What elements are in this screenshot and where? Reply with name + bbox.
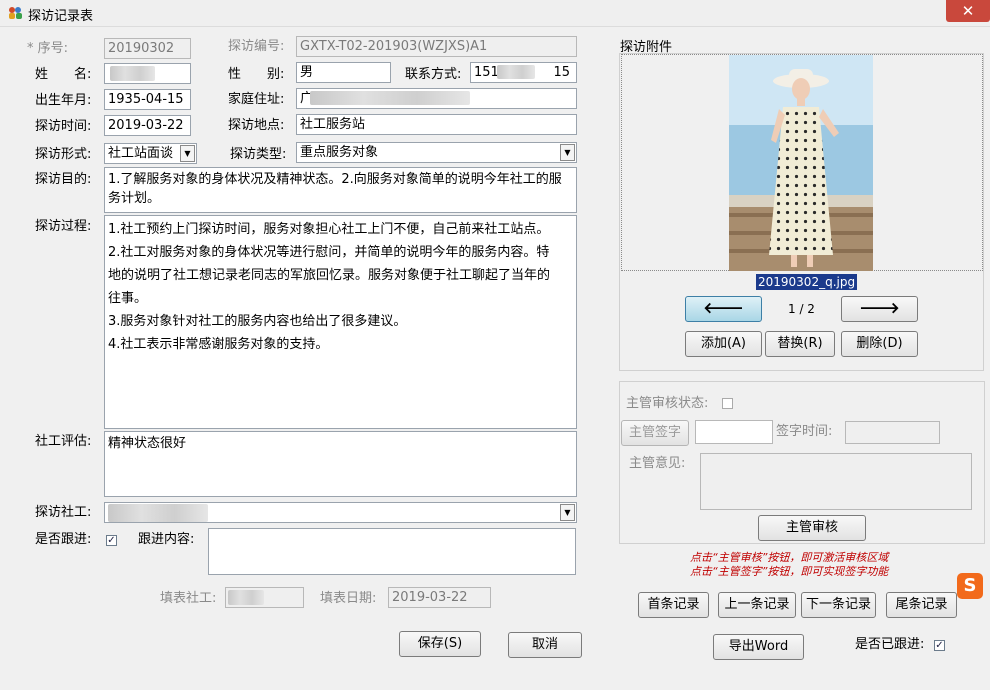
chevron-down-icon[interactable]: ▼ — [180, 145, 195, 162]
attachment-filename[interactable]: 20190302_q.jpg — [756, 274, 858, 290]
window-title: 探访记录表 — [28, 9, 94, 24]
process-line: 4.社工表示非常感谢服务对象的支持。 — [108, 337, 329, 352]
follow-checkbox[interactable]: ✓ — [106, 535, 117, 546]
redacted-filler — [228, 590, 264, 605]
attachment-pager: 1 / 2 — [788, 302, 815, 316]
follow-content-label: 跟进内容: — [138, 532, 195, 547]
review-hint-line: 点击“主管审核”按钮，即可激活审核区域 — [690, 551, 889, 564]
birth-field[interactable]: 1935-04-15 — [104, 89, 191, 110]
visit-form-value: 社工站面谈 — [108, 146, 174, 161]
process-textarea[interactable]: 1.社工预约上门探访时间，服务对象担心社工上门不便，自己前来社工站点。 2.社工… — [104, 215, 577, 429]
save-button[interactable]: 保存(S) — [399, 631, 481, 657]
location-field[interactable]: 社工服务站 — [296, 114, 577, 135]
type-label: 探访类型: — [230, 147, 287, 162]
eval-textarea[interactable]: 精神状态很好 — [104, 431, 577, 497]
filler-label: 填表社工: — [160, 591, 217, 606]
close-button[interactable]: ✕ — [946, 0, 990, 22]
purpose-textarea[interactable]: 1.了解服务对象的身体状况及精神状态。2.向服务对象简单的说明今年社工的服 务计… — [104, 167, 577, 213]
add-attachment-button[interactable]: 添加(A) — [685, 331, 762, 357]
next-record-button[interactable]: 下一条记录 — [801, 592, 876, 618]
gender-label: 性 别: — [228, 67, 285, 82]
eval-text: 精神状态很好 — [108, 436, 187, 451]
chevron-down-icon[interactable]: ▼ — [560, 504, 575, 521]
replace-attachment-button[interactable]: 替换(R) — [765, 331, 835, 357]
sign-field[interactable] — [695, 420, 773, 444]
sign-time-label: 签字时间: — [776, 424, 833, 439]
seq-field[interactable]: 20190302 — [104, 38, 191, 59]
follow-content-textarea[interactable] — [208, 528, 576, 575]
birth-label: 出生年月: — [35, 93, 92, 108]
redacted-address — [310, 91, 470, 105]
redacted-phone — [497, 65, 535, 79]
prev-record-button[interactable]: 上一条记录 — [718, 592, 796, 618]
review-status-checkbox[interactable] — [722, 398, 733, 409]
form-label: 探访形式: — [35, 147, 92, 162]
process-line: 地的说明了社工想记录老同志的军旅回忆录。服务对象便于社工聊起了当年的 — [108, 268, 551, 283]
fill-date-label: 填表日期: — [320, 591, 377, 606]
sign-time-field[interactable] — [845, 421, 940, 444]
worker-label: 探访社工: — [35, 505, 92, 520]
purpose-line: 1.了解服务对象的身体状况及精神状态。2.向服务对象简单的说明今年社工的服 — [108, 172, 562, 187]
title-bar — [0, 0, 990, 27]
supervisor-review-button[interactable]: 主管审核 — [758, 515, 866, 541]
process-line: 往事。 — [108, 291, 148, 306]
export-word-button[interactable]: 导出Word — [713, 634, 804, 660]
address-label: 家庭住址: — [228, 92, 285, 107]
followed-checkbox[interactable]: ✓ — [934, 640, 945, 651]
prev-attachment-button[interactable]: 🡐 — [685, 296, 762, 322]
delete-attachment-button[interactable]: 删除(D) — [841, 331, 918, 357]
first-record-button[interactable]: 首条记录 — [638, 592, 709, 618]
name-label: 姓 名: — [35, 67, 92, 82]
app-icon — [8, 6, 23, 20]
follow-label: 是否跟进: — [35, 532, 92, 547]
chevron-down-icon[interactable]: ▼ — [560, 144, 575, 161]
next-attachment-button[interactable]: 🡒 — [841, 296, 918, 322]
phone-prefix: 151 — [474, 65, 499, 80]
review-status-label: 主管审核状态: — [626, 396, 709, 411]
purpose-label: 探访目的: — [35, 172, 92, 187]
review-opinion-field[interactable] — [700, 453, 972, 510]
phone-label: 联系方式: — [405, 67, 462, 82]
redacted-worker — [108, 504, 208, 522]
fill-date-field[interactable]: 2019-03-22 — [388, 587, 491, 608]
visit-type-value: 重点服务对象 — [300, 145, 379, 160]
process-line: 1.社工预约上门探访时间，服务对象担心社工上门不便，自己前来社工站点。 — [108, 222, 550, 237]
visit-time-field[interactable]: 2019-03-22 — [104, 115, 191, 136]
ime-s-icon[interactable]: S — [957, 573, 983, 599]
arrow-right-icon: 🡒 — [859, 299, 900, 317]
last-record-button[interactable]: 尾条记录 — [886, 592, 957, 618]
followed-label: 是否已跟进: — [855, 637, 925, 652]
redacted-name — [110, 66, 155, 81]
eval-label: 社工评估: — [35, 434, 92, 449]
process-line: 2.社工对服务对象的身体状况等进行慰问，并简单的说明今年的服务内容。特 — [108, 245, 550, 260]
visit-no-label: 探访编号: — [228, 39, 285, 54]
cancel-button[interactable]: 取消 — [508, 632, 582, 658]
sign-hint-line: 点击“主管签字”按钮，即可实现签字功能 — [690, 565, 889, 578]
phone-suffix: 15 — [553, 65, 570, 80]
arrow-left-icon: 🡐 — [703, 299, 744, 317]
location-label: 探访地点: — [228, 118, 285, 133]
visit-time-label: 探访时间: — [35, 119, 92, 134]
purpose-line: 务计划。 — [108, 191, 161, 206]
attachment-photo[interactable] — [729, 55, 873, 271]
gender-field[interactable]: 男 — [296, 62, 391, 83]
review-opinion-label: 主管意见: — [629, 456, 686, 471]
seq-label: * 序号: — [27, 41, 69, 56]
process-line: 3.服务对象针对社工的服务内容也给出了很多建议。 — [108, 314, 407, 329]
visit-no-field[interactable]: GXTX-T02-201903(WZJXS)A1 — [296, 36, 577, 57]
supervisor-sign-button[interactable]: 主管签字 — [621, 420, 689, 446]
process-label: 探访过程: — [35, 219, 92, 234]
visit-type-select[interactable]: 重点服务对象 — [296, 142, 577, 163]
